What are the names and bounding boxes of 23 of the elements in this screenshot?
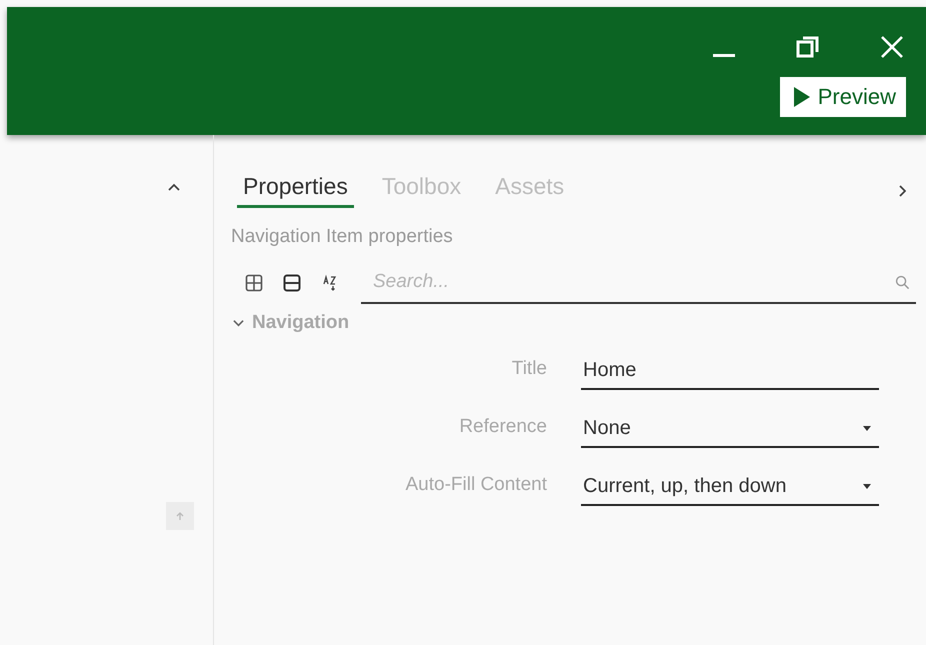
collapse-all-icon[interactable] — [283, 274, 301, 292]
text-field[interactable]: Home — [581, 352, 879, 390]
dropdown-caret-icon — [863, 484, 871, 488]
dropdown-field[interactable]: Current, up, then down — [581, 468, 879, 506]
panel-tab[interactable]: Properties — [237, 173, 354, 208]
search-field[interactable]: Search... — [361, 271, 895, 293]
field-label: Title — [510, 358, 547, 381]
play-icon — [794, 87, 810, 107]
field-label: Reference — [458, 416, 547, 439]
panel-subtitle: Navigation Item properties — [231, 226, 454, 248]
close-icon[interactable] — [880, 35, 904, 59]
expand-chevron-icon[interactable] — [898, 184, 906, 196]
up-arrow-icon — [175, 511, 185, 521]
sort-icon[interactable] — [321, 274, 339, 292]
dropdown-field[interactable]: None — [581, 410, 879, 448]
restore-icon[interactable] — [796, 35, 820, 59]
expand-all-icon[interactable] — [245, 274, 263, 292]
chevron-icon — [233, 319, 244, 327]
field-label: Auto-Fill Content — [404, 474, 547, 497]
collapse-chevron-icon[interactable] — [168, 183, 180, 191]
preview-button[interactable]: Preview — [780, 77, 906, 117]
dropdown-caret-icon — [863, 426, 871, 430]
search-icon — [895, 274, 910, 290]
